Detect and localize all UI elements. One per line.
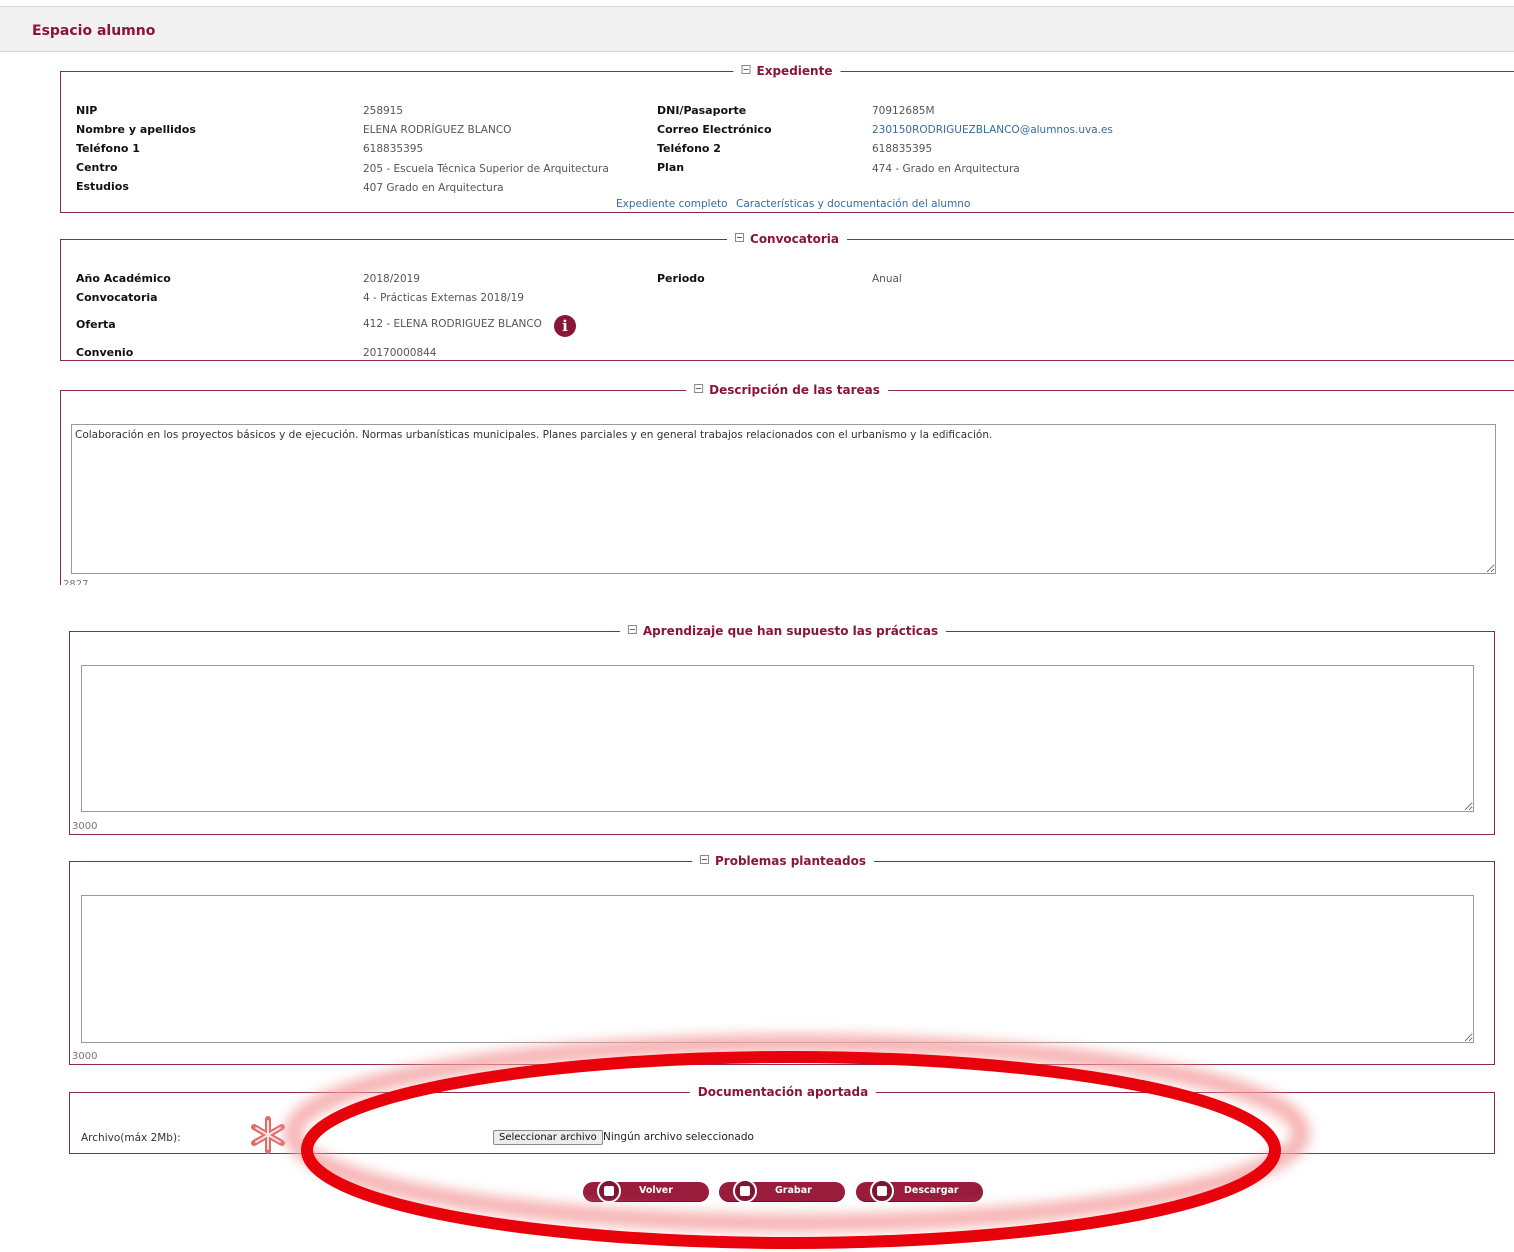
value-telefono-2: 618835395 <box>872 143 933 155</box>
link-expediente-completo[interactable]: Expediente completo <box>616 198 728 210</box>
value-plan: 474 - Grado en Arquitectura <box>872 163 1020 175</box>
problemas-char-counter: 3000 <box>72 1051 98 1062</box>
aprendizaje-fieldset: Aprendizaje que han supuesto las práctic… <box>69 623 1495 835</box>
value-correo[interactable]: 230150RODRIGUEZBLANCO@alumnos.uva.es <box>872 124 1113 136</box>
label-oferta: Oferta <box>76 318 116 331</box>
label-telefono-1: Teléfono 1 <box>76 142 140 155</box>
descargar-button[interactable]: Descargar <box>856 1179 983 1203</box>
collapse-icon[interactable] <box>627 625 637 634</box>
value-ano-academico: 2018/2019 <box>363 273 420 285</box>
page-title: Espacio alumno <box>32 23 156 39</box>
required-asterisk-icon <box>251 1116 285 1154</box>
download-icon <box>870 1179 894 1203</box>
volver-button[interactable]: Volver <box>583 1179 709 1203</box>
label-convenio: Convenio <box>76 346 134 359</box>
collapse-icon[interactable] <box>741 65 751 74</box>
save-icon <box>733 1179 757 1203</box>
label-plan: Plan <box>657 161 685 174</box>
expediente-fieldset: Expediente NIP 258915 Nombre y apellidos… <box>60 63 1514 213</box>
select-file-button[interactable]: Seleccionar archivo <box>493 1130 603 1145</box>
problemas-fieldset: Problemas planteados 3000 <box>69 853 1495 1065</box>
tareas-textarea[interactable]: Colaboración en los proyectos básicos y … <box>71 424 1496 574</box>
aprendizaje-legend[interactable]: Aprendizaje que han supuesto las práctic… <box>619 623 947 639</box>
aprendizaje-textarea[interactable] <box>81 665 1474 812</box>
content-gap <box>0 585 1514 615</box>
top-bar: Espacio alumno <box>0 6 1514 52</box>
label-centro: Centro <box>76 161 118 174</box>
label-ano-academico: Año Académico <box>76 272 171 285</box>
archivo-label: Archivo(máx 2Mb): <box>81 1132 181 1144</box>
convocatoria-legend[interactable]: Convocatoria <box>727 231 847 247</box>
tareas-legend[interactable]: Descripción de las tareas <box>686 382 888 398</box>
label-periodo: Periodo <box>657 272 705 285</box>
link-caracteristicas-documentacion[interactable]: Características y documentación del alum… <box>736 198 970 210</box>
label-telefono-2: Teléfono 2 <box>657 142 721 155</box>
label-dni: DNI/Pasaporte <box>657 104 747 117</box>
documentacion-legend: Documentación aportada <box>689 1084 877 1100</box>
grabar-button[interactable]: Grabar <box>719 1179 845 1203</box>
tareas-fieldset: Descripción de las tareas Colaboración e… <box>60 382 1514 590</box>
expediente-legend[interactable]: Expediente <box>733 63 841 79</box>
value-dni: 70912685M <box>872 105 935 117</box>
value-periodo: Anual <box>872 273 902 285</box>
collapse-icon[interactable] <box>694 384 704 393</box>
value-nombre: ELENA RODRÍGUEZ BLANCO <box>363 124 512 136</box>
label-estudios: Estudios <box>76 180 129 193</box>
problemas-legend[interactable]: Problemas planteados <box>691 853 875 869</box>
value-convocatoria: 4 - Prácticas Externas 2018/19 <box>363 292 524 304</box>
info-icon[interactable]: i <box>554 315 576 337</box>
label-correo: Correo Electrónico <box>657 123 772 136</box>
value-centro: 205 - Escuela Técnica Superior de Arquit… <box>363 163 609 175</box>
value-telefono-1: 618835395 <box>363 143 424 155</box>
label-nombre: Nombre y apellidos <box>76 123 196 136</box>
value-oferta: 412 - ELENA RODRIGUEZ BLANCO <box>363 318 542 330</box>
label-nip: NIP <box>76 104 98 117</box>
value-estudios: 407 Grado en Arquitectura <box>363 182 504 194</box>
value-nip: 258915 <box>363 105 404 117</box>
file-status: Ningún archivo seleccionado <box>603 1131 754 1143</box>
aprendizaje-char-counter: 3000 <box>72 821 98 832</box>
convocatoria-fieldset: Convocatoria Año Académico 2018/2019 Con… <box>60 231 1514 361</box>
collapse-icon[interactable] <box>699 855 709 864</box>
collapse-icon[interactable] <box>735 233 745 242</box>
value-convenio: 20170000844 <box>363 347 437 359</box>
problemas-textarea[interactable] <box>81 895 1474 1043</box>
back-icon <box>597 1179 621 1203</box>
label-convocatoria: Convocatoria <box>76 291 158 304</box>
